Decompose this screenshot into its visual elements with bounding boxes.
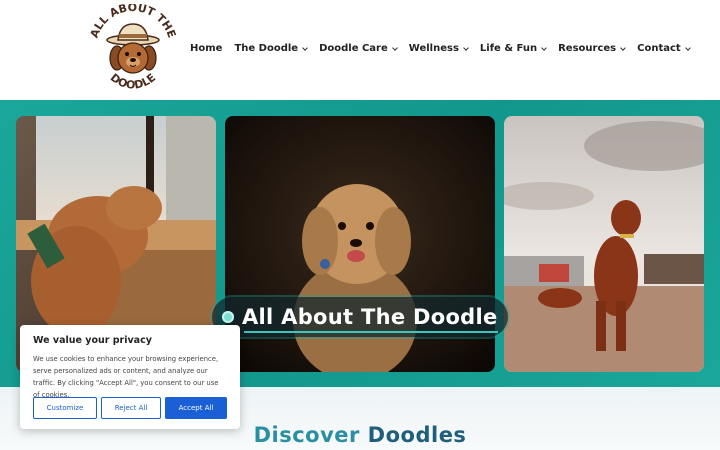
- nav-item-resources[interactable]: Resources: [558, 43, 626, 54]
- section-title-part2: Doodles: [367, 423, 467, 447]
- nav-item-the-doodle[interactable]: The Doodle: [234, 43, 308, 54]
- doodle-logo-icon: ALL ABOUT THE DOODLE: [88, 1, 179, 92]
- nav-item-home[interactable]: Home: [190, 43, 222, 54]
- chevron-down-icon: [541, 44, 547, 51]
- hero-title: All About The Doodle: [242, 305, 498, 329]
- nav-label: Contact: [637, 43, 681, 54]
- chevron-down-icon: [684, 44, 691, 51]
- nav-label: Home: [190, 43, 223, 54]
- nav-label: Doodle Care: [319, 43, 388, 54]
- chevron-down-icon: [620, 44, 626, 51]
- site-logo[interactable]: ALL ABOUT THE DOODLE: [88, 1, 179, 96]
- hero-title-badge: All About The Doodle: [212, 297, 508, 337]
- site-header: ALL ABOUT THE DOODLE Home The Doodle Doo…: [0, 0, 720, 100]
- badge-dot-icon: [222, 311, 234, 323]
- cookie-buttons: Customize Reject All Accept All: [33, 397, 227, 419]
- main-navigation: Home The Doodle Doodle Care Wellness Lif…: [190, 43, 702, 54]
- cookie-consent-banner: We value your privacy We use cookies to …: [20, 325, 240, 429]
- hero-title-underline: [244, 331, 498, 333]
- nav-item-contact[interactable]: Contact: [637, 43, 691, 54]
- chevron-down-icon: [391, 44, 398, 51]
- nav-item-life-fun[interactable]: Life & Fun: [479, 43, 547, 54]
- chevron-down-icon: [302, 44, 308, 51]
- nav-item-doodle-care[interactable]: Doodle Care: [319, 43, 398, 54]
- nav-label: Wellness: [408, 43, 459, 54]
- hero-photo-doodle-jumping: [504, 116, 704, 372]
- cookie-description: We use cookies to enhance your browsing …: [33, 355, 219, 399]
- nav-label: Life & Fun: [479, 43, 538, 54]
- svg-text:DOODLE: DOODLE: [108, 71, 158, 92]
- customize-button[interactable]: Customize: [33, 397, 97, 419]
- chevron-down-icon: [463, 44, 469, 51]
- section-title-part1: Discover: [253, 423, 360, 447]
- nav-item-wellness[interactable]: Wellness: [408, 43, 469, 54]
- accept-all-button[interactable]: Accept All: [165, 397, 227, 419]
- nav-label: Resources: [558, 43, 617, 54]
- reject-all-button[interactable]: Reject All: [101, 397, 161, 419]
- nav-label: The Doodle: [234, 43, 299, 54]
- cookie-title: We value your privacy: [33, 335, 152, 346]
- logo-text-bottom: DOODLE: [108, 71, 158, 92]
